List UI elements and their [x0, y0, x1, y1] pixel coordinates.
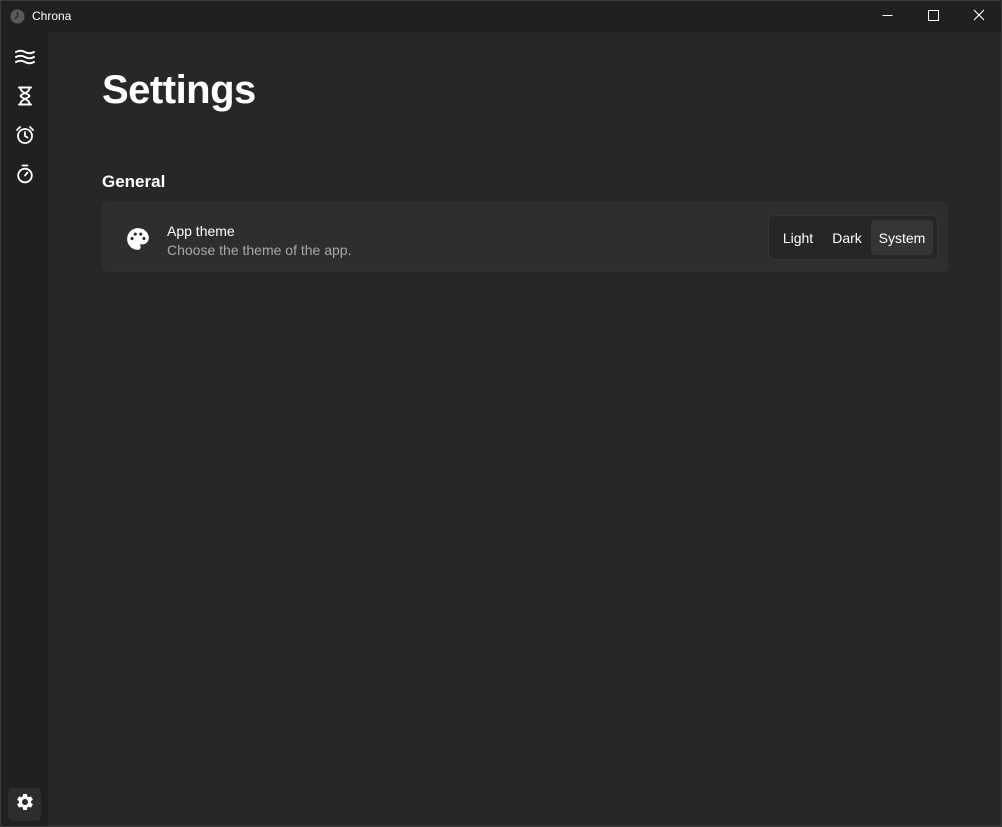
theme-option-light[interactable]: Light	[773, 220, 823, 255]
setting-label: App theme	[167, 223, 235, 239]
gear-icon	[15, 792, 35, 817]
main-content: Settings General App theme Choose the th…	[48, 32, 1001, 826]
sidebar-item-alarm[interactable]	[8, 121, 41, 154]
app-window: Chrona Settings General App theme Choose…	[0, 0, 1002, 827]
close-button[interactable]	[956, 1, 1002, 32]
hourglass-icon	[17, 86, 32, 111]
close-icon	[973, 8, 985, 26]
theme-segmented-control: Light Dark System	[768, 215, 938, 260]
alarm-clock-icon	[15, 125, 35, 150]
sidebar-item-timer[interactable]	[8, 82, 41, 115]
sidebar-nav	[1, 32, 48, 826]
maximize-icon	[927, 8, 939, 26]
stopwatch-icon	[16, 164, 34, 189]
sidebar-item-settings[interactable]	[8, 788, 41, 821]
palette-icon	[125, 226, 151, 252]
sidebar-item-waves[interactable]	[8, 43, 41, 76]
maximize-button[interactable]	[910, 1, 956, 32]
section-title-general: General	[102, 172, 166, 191]
setting-description: Choose the theme of the app.	[167, 242, 352, 258]
theme-option-dark[interactable]: Dark	[823, 220, 871, 255]
waves-icon	[14, 48, 35, 71]
minimize-icon	[882, 8, 893, 26]
title-bar[interactable]: Chrona	[1, 1, 1001, 32]
app-logo-icon	[10, 9, 25, 24]
window-title: Chrona	[32, 9, 72, 23]
sidebar-item-stopwatch[interactable]	[8, 160, 41, 193]
theme-option-system[interactable]: System	[871, 220, 933, 255]
minimize-button[interactable]	[864, 1, 910, 32]
app-theme-setting-card: App theme Choose the theme of the app. L…	[102, 202, 948, 272]
page-title: Settings	[102, 68, 256, 112]
